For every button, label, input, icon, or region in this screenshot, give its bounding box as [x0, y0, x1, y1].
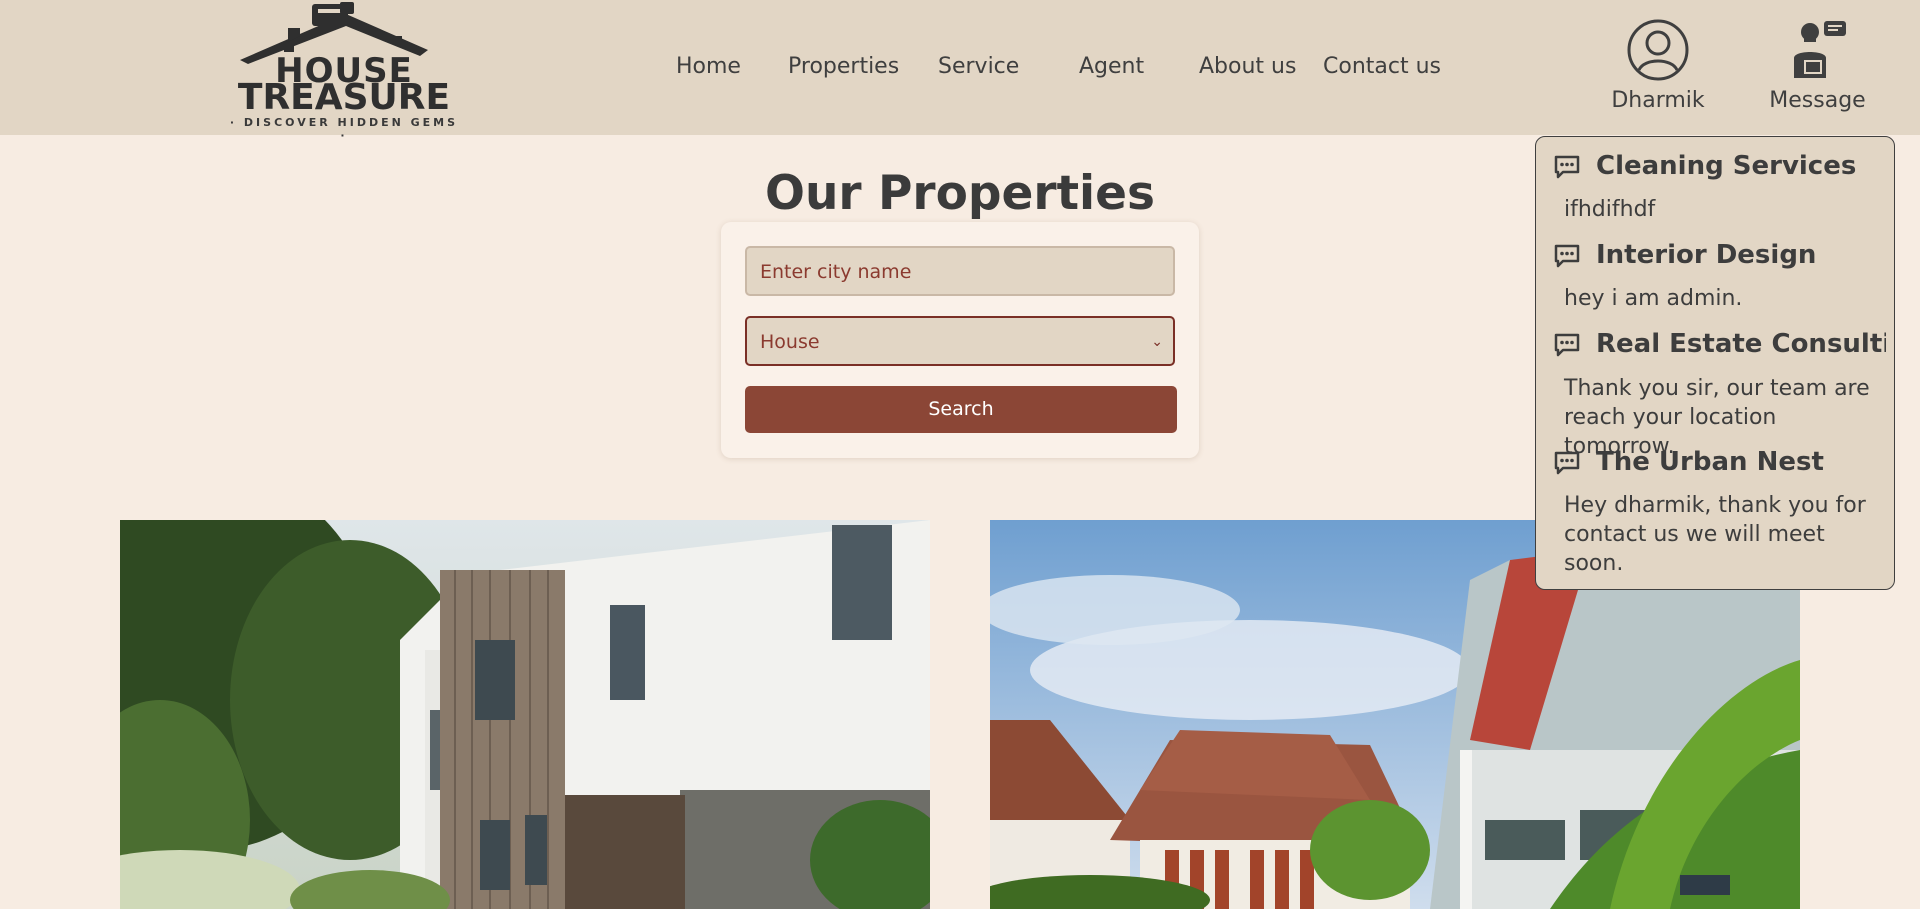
nav-service[interactable]: Service	[938, 54, 1019, 79]
agent-chat-icon	[1793, 21, 1846, 78]
message-body: Hey dharmik, thank you for contact us we…	[1564, 493, 1866, 576]
chat-bubble-icon	[1554, 333, 1580, 357]
message-body: ifhdifhdf	[1564, 197, 1656, 222]
user-circle-icon	[1627, 19, 1689, 81]
message-title[interactable]: Interior Design	[1596, 240, 1886, 270]
nav-agent[interactable]: Agent	[1079, 54, 1144, 79]
messages-button[interactable]: Message	[1765, 18, 1870, 113]
user-name: Dharmik	[1611, 88, 1705, 113]
logo-tagline: · DISCOVER HIDDEN GEMS ·	[229, 116, 459, 142]
site-header: HOUSE TREASURE · DISCOVER HIDDEN GEMS · …	[0, 0, 1920, 142]
message-title[interactable]: The Urban Nest	[1596, 447, 1886, 477]
chat-bubble-icon	[1554, 244, 1580, 268]
property-search-form: Enter city name House ⌄ Search	[721, 222, 1199, 458]
nav-home[interactable]: Home	[676, 54, 741, 79]
messages-label: Message	[1769, 88, 1866, 113]
search-button[interactable]: Search	[745, 386, 1177, 433]
message-title[interactable]: Real Estate Consulti	[1596, 329, 1886, 359]
message-body: hey i am admin.	[1564, 286, 1743, 311]
city-search-input[interactable]: Enter city name	[745, 246, 1175, 296]
property-image-modern-house[interactable]	[120, 520, 930, 909]
user-profile[interactable]: Dharmik	[1608, 18, 1708, 113]
messages-dropdown: Cleaning Services ifhdifhdf Interior Des…	[1535, 136, 1895, 590]
chat-bubble-icon	[1554, 155, 1580, 179]
nav-about-us[interactable]: About us	[1199, 54, 1296, 79]
nav-contact-us[interactable]: Contact us	[1323, 54, 1441, 79]
property-type-select[interactable]: House ⌄	[745, 316, 1175, 366]
property-type-selected: House	[760, 331, 820, 353]
chat-bubble-icon	[1554, 451, 1580, 475]
message-title[interactable]: Cleaning Services	[1596, 151, 1886, 181]
chevron-down-icon: ⌄	[1151, 334, 1163, 350]
logo-brand-line2: TREASURE	[237, 77, 451, 118]
nav-properties[interactable]: Properties	[788, 54, 899, 79]
